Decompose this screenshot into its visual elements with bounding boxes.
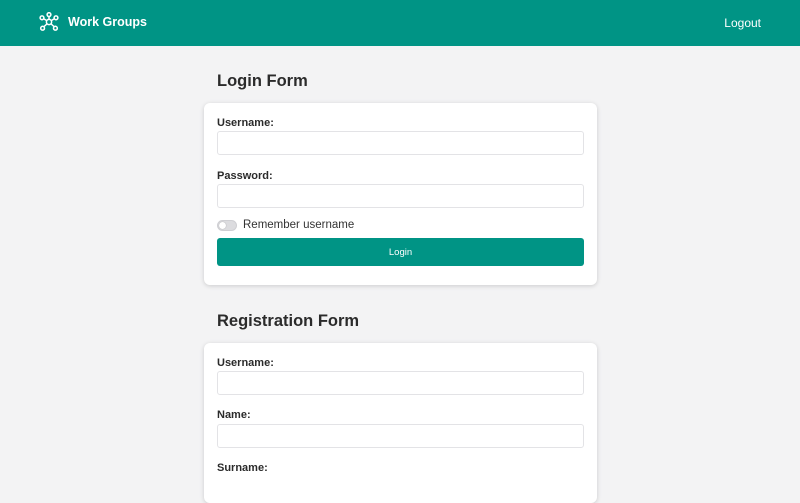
logout-link[interactable]: Logout bbox=[724, 15, 761, 31]
login-password-label: Password: bbox=[217, 170, 273, 182]
login-button[interactable]: Login bbox=[217, 238, 584, 266]
login-form-card: Username: Password: Remember username Lo… bbox=[204, 103, 597, 285]
registration-form-card: Username: Name: Surname: bbox=[204, 343, 597, 503]
login-username-input[interactable] bbox=[217, 131, 584, 155]
brand-name: Work Groups bbox=[68, 15, 147, 29]
toggle-knob bbox=[219, 221, 226, 229]
top-navbar: Work Groups Logout bbox=[0, 0, 800, 46]
login-username-label: Username: bbox=[217, 117, 274, 129]
registration-form-title: Registration Form bbox=[217, 312, 360, 330]
registration-name-label: Name: bbox=[217, 409, 251, 421]
registration-username-input[interactable] bbox=[217, 371, 584, 395]
remember-username-label: Remember username bbox=[243, 219, 355, 231]
registration-username-label: Username: bbox=[217, 357, 274, 369]
remember-username-row: Remember username bbox=[217, 218, 354, 232]
remember-username-toggle[interactable] bbox=[217, 219, 237, 231]
login-password-input[interactable] bbox=[217, 184, 584, 208]
login-form-title: Login Form bbox=[217, 72, 308, 90]
network-nodes-icon bbox=[39, 12, 59, 32]
registration-name-input[interactable] bbox=[217, 424, 584, 448]
brand-link[interactable]: Work Groups bbox=[39, 11, 147, 33]
